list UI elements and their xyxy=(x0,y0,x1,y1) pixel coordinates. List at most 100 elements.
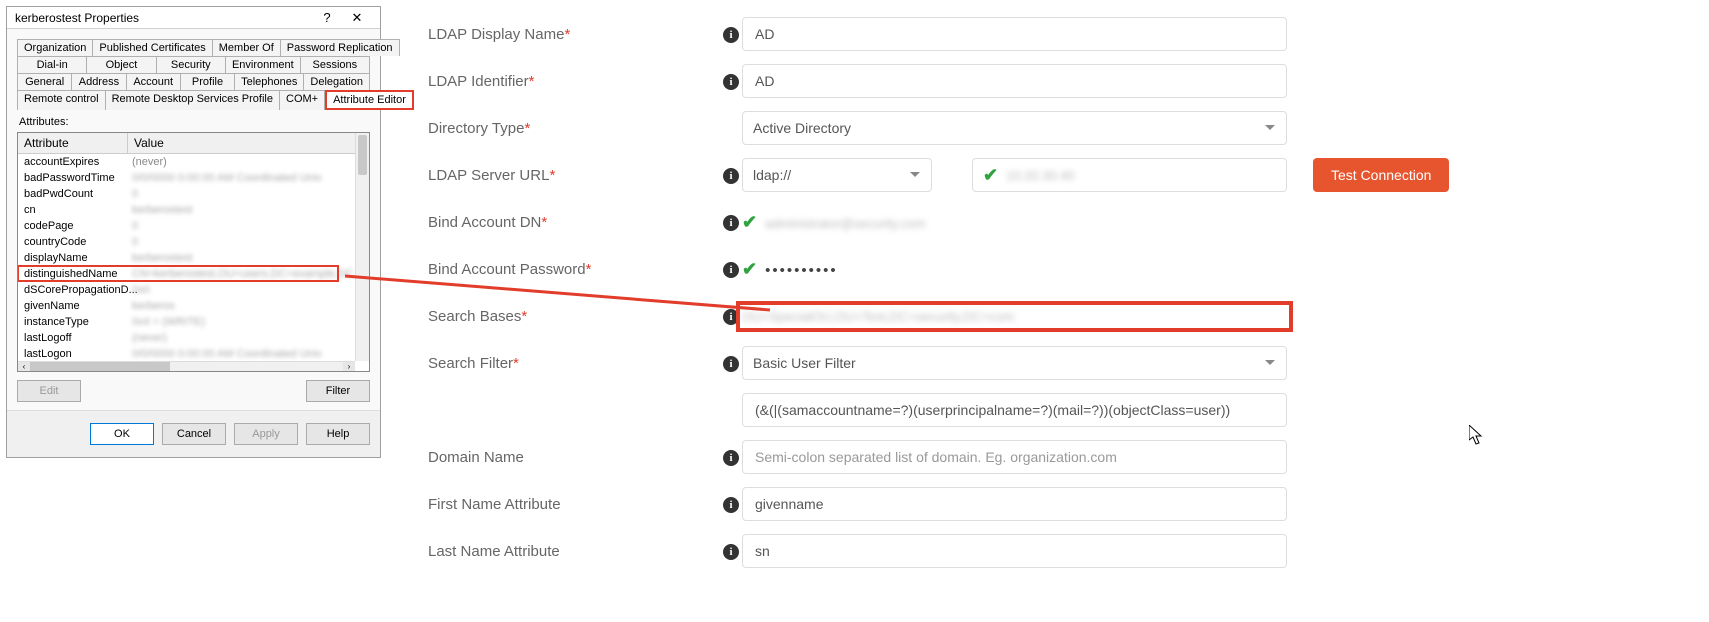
col-header-attribute[interactable]: Attribute xyxy=(18,133,128,153)
ldap-config-form: LDAP Display Name* i LDAP Identifier* i … xyxy=(410,12,1690,576)
directory-type-select[interactable]: Active Directory xyxy=(742,111,1287,145)
col-header-value[interactable]: Value xyxy=(128,133,369,153)
attr-name: cn xyxy=(18,202,128,218)
attr-row[interactable]: lastLogoff(never) xyxy=(18,330,369,346)
test-connection-button[interactable]: Test Connection xyxy=(1313,158,1449,192)
tab-published-certificates[interactable]: Published Certificates xyxy=(93,39,212,56)
attr-value: (never) xyxy=(128,330,369,346)
tab-com-[interactable]: COM+ xyxy=(280,90,325,110)
attr-row[interactable]: dSCorePropagationD...0x0 xyxy=(18,282,369,298)
apply-button[interactable]: Apply xyxy=(234,423,298,445)
attr-row[interactable]: badPasswordTime0/0/0000 0:00:00 AM Coord… xyxy=(18,170,369,186)
dialog-title: kerberostest Properties xyxy=(15,11,312,25)
attr-value: 0x0 xyxy=(128,282,369,298)
info-icon[interactable]: i xyxy=(723,497,739,513)
search-filter-select[interactable]: Basic User Filter xyxy=(742,346,1287,380)
tab-telephones[interactable]: Telephones xyxy=(235,73,304,90)
close-icon[interactable]: ✕ xyxy=(342,10,372,26)
info-icon[interactable]: i xyxy=(723,74,739,90)
tab-general[interactable]: General xyxy=(17,73,72,90)
attr-row[interactable]: distinguishedNameCN=kerberostest,OU=user… xyxy=(18,266,369,282)
title-bar[interactable]: kerberostest Properties ? ✕ xyxy=(7,7,380,29)
tab-profile[interactable]: Profile xyxy=(181,73,235,90)
server-host-input[interactable]: ✔10.20.30.40 xyxy=(972,158,1287,192)
attr-value: kerberostest xyxy=(128,202,369,218)
label-domain: Domain Name xyxy=(428,449,524,466)
domain-input[interactable] xyxy=(742,440,1287,474)
chevron-right-icon[interactable]: › xyxy=(343,362,355,372)
info-icon[interactable]: i xyxy=(723,309,739,325)
info-icon[interactable]: i xyxy=(723,544,739,560)
tab-dial-in[interactable]: Dial-in xyxy=(17,56,87,73)
tab-sessions[interactable]: Sessions xyxy=(301,56,370,73)
attr-row[interactable]: accountExpires(never) xyxy=(18,154,369,170)
tab-attribute-editor[interactable]: Attribute Editor xyxy=(325,90,414,110)
attr-value: 0x4 = (WRITE) xyxy=(128,314,369,330)
tab-password-replication[interactable]: Password Replication xyxy=(281,39,400,56)
filter-button[interactable]: Filter xyxy=(306,380,370,402)
label-server-url: LDAP Server URL xyxy=(428,167,549,184)
scrollbar-horizontal[interactable]: ‹ › xyxy=(18,361,355,371)
tab-security[interactable]: Security xyxy=(157,56,226,73)
attr-row[interactable]: displayNamekerberostest xyxy=(18,250,369,266)
edit-button[interactable]: Edit xyxy=(17,380,81,402)
url-scheme-select[interactable]: ldap:// xyxy=(742,158,932,192)
last-name-input[interactable] xyxy=(742,534,1287,568)
tab-environment[interactable]: Environment xyxy=(226,56,301,73)
tab-remote-control[interactable]: Remote control xyxy=(17,90,106,110)
search-bases-input[interactable]: OU=SpecialOU,OU=Test,DC=security,DC=com xyxy=(742,308,1287,325)
info-icon[interactable]: i xyxy=(723,27,739,43)
attr-row[interactable]: givenNamekerberos xyxy=(18,298,369,314)
tab-object[interactable]: Object xyxy=(87,56,156,73)
tab-delegation[interactable]: Delegation xyxy=(304,73,370,90)
tab-address[interactable]: Address xyxy=(72,73,126,90)
label-dir-type: Directory Type xyxy=(428,120,524,137)
attr-row[interactable]: badPwdCount0 xyxy=(18,186,369,202)
info-icon[interactable]: i xyxy=(723,356,739,372)
attr-name: givenName xyxy=(18,298,128,314)
info-icon[interactable]: i xyxy=(723,215,739,231)
label-last-name: Last Name Attribute xyxy=(428,543,560,560)
help-button[interactable]: Help xyxy=(306,423,370,445)
attr-name: countryCode xyxy=(18,234,128,250)
attr-row[interactable]: cnkerberostest xyxy=(18,202,369,218)
attr-name: codePage xyxy=(18,218,128,234)
properties-dialog: kerberostest Properties ? ✕ Organization… xyxy=(6,6,381,458)
attr-name: lastLogon xyxy=(18,346,128,362)
scrollbar-vertical[interactable] xyxy=(355,133,369,361)
first-name-input[interactable] xyxy=(742,487,1287,521)
bind-dn-input[interactable]: ✔administrator@security.com xyxy=(742,212,1287,233)
help-icon[interactable]: ? xyxy=(312,10,342,25)
attr-row[interactable]: instanceType0x4 = (WRITE) xyxy=(18,314,369,330)
check-icon: ✔ xyxy=(983,165,998,186)
chevron-left-icon[interactable]: ‹ xyxy=(18,362,30,372)
info-icon[interactable]: i xyxy=(723,450,739,466)
cancel-button[interactable]: Cancel xyxy=(162,423,226,445)
display-name-input[interactable] xyxy=(742,17,1287,51)
identifier-input[interactable] xyxy=(742,64,1287,98)
attr-value: kerberos xyxy=(128,298,369,314)
attr-value: CN=kerberostest,OU=users,DC=example,DC xyxy=(128,266,369,282)
info-icon[interactable]: i xyxy=(723,262,739,278)
attribute-list[interactable]: Attribute Value accountExpires(never)bad… xyxy=(17,132,370,372)
label-search-bases: Search Bases xyxy=(428,308,521,325)
attr-value: 0 xyxy=(128,218,369,234)
bind-pw-input[interactable]: ✔•••••••••• xyxy=(742,259,1287,280)
ok-button[interactable]: OK xyxy=(90,423,154,445)
tab-account[interactable]: Account xyxy=(127,73,181,90)
label-search-filter: Search Filter xyxy=(428,355,513,372)
attr-row[interactable]: countryCode0 xyxy=(18,234,369,250)
attr-row[interactable]: codePage0 xyxy=(18,218,369,234)
attr-value: 0/0/0000 0:00:00 AM Coordinated Univ xyxy=(128,346,369,362)
attr-row[interactable]: lastLogon0/0/0000 0:00:00 AM Coordinated… xyxy=(18,346,369,362)
label-first-name: First Name Attribute xyxy=(428,496,561,513)
label-identifier: LDAP Identifier xyxy=(428,73,529,90)
attr-value: 0 xyxy=(128,186,369,202)
tab-member-of[interactable]: Member Of xyxy=(213,39,281,56)
info-icon[interactable]: i xyxy=(723,168,739,184)
filter-expression-input[interactable] xyxy=(742,393,1287,427)
tab-remote-desktop-services-profile[interactable]: Remote Desktop Services Profile xyxy=(106,90,280,110)
attr-value: 0/0/0000 0:00:00 AM Coordinated Univ xyxy=(128,170,369,186)
label-bind-pw: Bind Account Password xyxy=(428,261,586,278)
tab-organization[interactable]: Organization xyxy=(17,39,93,56)
